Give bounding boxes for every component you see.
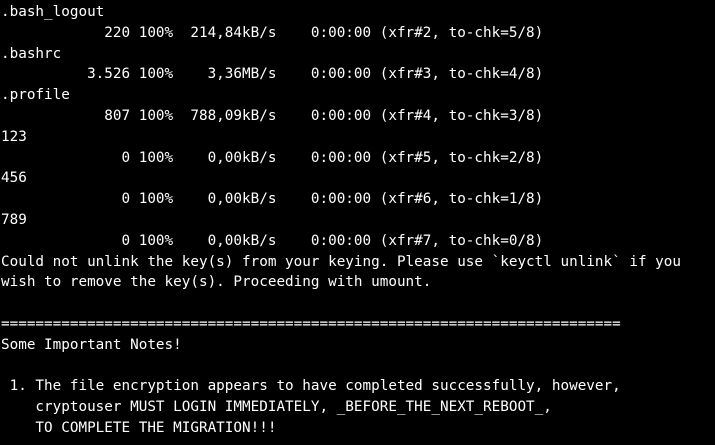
terminal-line-transfer-progress: 0 100% 0,00kB/s 0:00:00 (xfr#5, to-chk=2… <box>1 149 544 166</box>
terminal-line-note-1-continued: cryptouser MUST LOGIN IMMEDIATELY, _BEFO… <box>1 399 552 416</box>
terminal-line-transfer-progress: 0 100% 0,00kB/s 0:00:00 (xfr#7, to-chk=0… <box>1 232 544 249</box>
terminal-line-separator: ========================================… <box>1 315 621 332</box>
terminal-line-notes-heading: Some Important Notes! <box>1 336 182 353</box>
terminal-window[interactable]: .bash_logout 220 100% 214,84kB/s 0:00:00… <box>0 0 715 445</box>
terminal-line-note-1: 1. The file encryption appears to have c… <box>1 378 621 395</box>
terminal-line-filename-456: 456 <box>1 170 27 187</box>
terminal-line-filename-bashrc: .bashrc <box>1 45 62 62</box>
terminal-line-filename-789: 789 <box>1 211 27 228</box>
terminal-line-unlink-warning-continued: wish to remove the key(s). Proceeding wi… <box>1 274 432 291</box>
terminal-line-transfer-progress: 220 100% 214,84kB/s 0:00:00 (xfr#2, to-c… <box>1 24 544 41</box>
terminal-line-transfer-progress: 0 100% 0,00kB/s 0:00:00 (xfr#6, to-chk=1… <box>1 191 544 208</box>
terminal-line-filename-profile: .profile <box>1 87 70 104</box>
terminal-line-filename-bash-logout: .bash_logout <box>1 4 105 20</box>
terminal-line-filename-123: 123 <box>1 128 27 145</box>
terminal-line-note-1-continued: TO COMPLETE THE MIGRATION!!! <box>1 419 277 436</box>
terminal-line-transfer-progress: 3.526 100% 3,36MB/s 0:00:00 (xfr#3, to-c… <box>1 66 544 83</box>
terminal-line-transfer-progress: 807 100% 788,09kB/s 0:00:00 (xfr#4, to-c… <box>1 107 544 124</box>
terminal-line-unlink-warning: Could not unlink the key(s) from your ke… <box>1 253 681 270</box>
